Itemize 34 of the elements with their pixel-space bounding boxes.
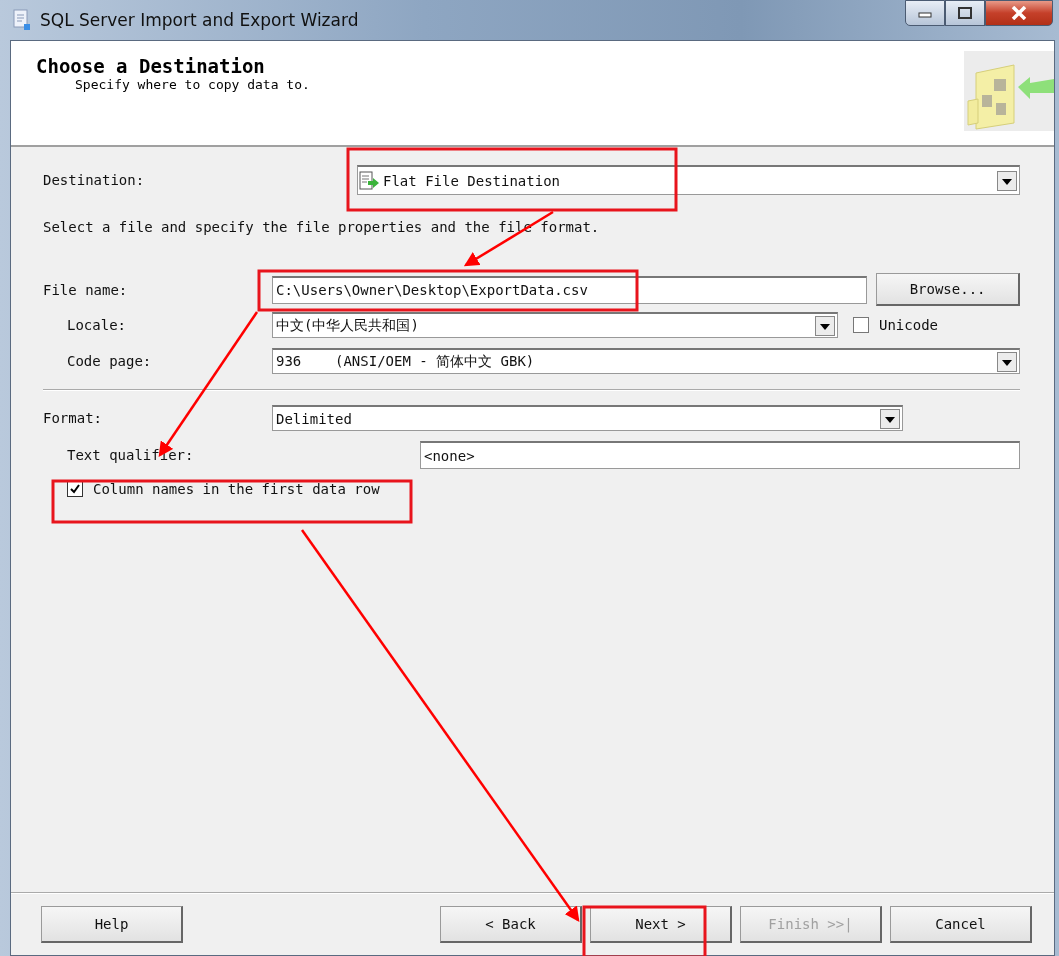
locale-dropdown[interactable]: 中文(中华人民共和国) <box>272 312 838 338</box>
close-button[interactable] <box>985 0 1053 26</box>
page-subtitle: Specify where to copy data to. <box>74 77 310 92</box>
code-page-dropdown[interactable]: 936 (ANSI/OEM - 简体中文 GBK) <box>272 348 1020 374</box>
browse-button[interactable]: Browse... <box>876 273 1020 306</box>
maximize-icon <box>957 6 973 20</box>
page-title: Choose a Destination <box>36 55 266 77</box>
unicode-checkbox[interactable] <box>853 317 869 333</box>
wizard-button[interactable]: Cancel <box>890 905 1032 943</box>
window-title: SQL Server Import and Export Wizard <box>40 10 359 30</box>
format-dropdown[interactable]: Delimited <box>272 405 903 431</box>
wizard-button[interactable]: Help <box>41 905 183 943</box>
wizard-button[interactable]: < Back <box>440 905 582 943</box>
unicode-label: Unicode <box>879 317 938 333</box>
maximize-button[interactable] <box>945 0 985 26</box>
locale-value: 中文(中华人民共和国) <box>275 316 420 335</box>
text-qualifier-field[interactable]: <none> <box>420 441 1020 469</box>
wizard-button[interactable]: Next > <box>590 905 732 943</box>
destination-label: Destination: <box>43 172 146 188</box>
minimize-button[interactable] <box>905 0 945 26</box>
locale-label: Locale: <box>66 317 127 333</box>
flat-file-icon <box>358 169 380 192</box>
file-name-field[interactable]: C:\Users\Owner\Desktop\ExportData.csv <box>272 275 868 304</box>
wizard-app-icon <box>12 9 32 31</box>
code-page-value: 936 (ANSI/OEM - 简体中文 GBK) <box>275 352 536 371</box>
column-names-label: Column names in the first data row <box>93 481 380 497</box>
destination-value: Flat File Destination <box>382 172 561 189</box>
destination-dropdown[interactable]: Flat File Destination <box>357 165 1020 195</box>
text-qualifier-label: Text qualifier: <box>66 447 195 463</box>
code-page-label: Code page: <box>66 353 153 369</box>
format-label: Format: <box>43 410 103 426</box>
file-name-label: File name: <box>43 281 129 298</box>
close-icon <box>1010 6 1028 20</box>
format-value: Delimited <box>275 410 353 427</box>
